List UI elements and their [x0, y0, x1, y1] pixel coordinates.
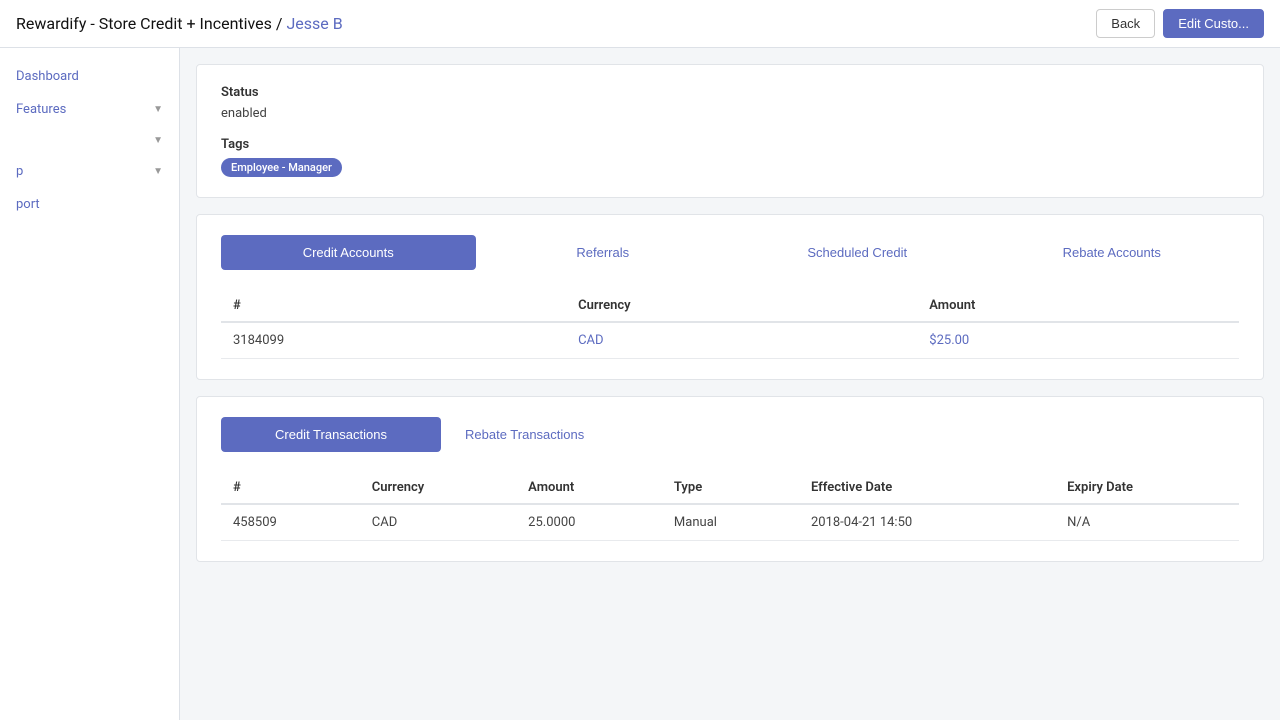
chevron-down-icon: ▼ — [153, 166, 163, 177]
tab-scheduled-credit[interactable]: Scheduled Credit — [730, 235, 985, 270]
col-header-id: # — [221, 472, 360, 504]
sidebar-item-port[interactable]: port — [0, 188, 179, 221]
credit-accounts-table-body: 3184099 CAD $25.00 — [221, 322, 1239, 359]
status-label: Status — [221, 85, 1239, 100]
table-row: 3184099 CAD $25.00 — [221, 322, 1239, 359]
sidebar-item-label: p — [16, 164, 23, 179]
page-title: Rewardify - Store Credit + Incentives / … — [16, 14, 343, 33]
edit-customer-button[interactable]: Edit Custo... — [1163, 9, 1264, 38]
credit-accounts-table-header: # Currency Amount — [221, 290, 1239, 322]
cell-effective-date: 2018-04-21 14:50 — [799, 504, 1055, 541]
breadcrumb-separator: / — [276, 14, 287, 33]
credit-accounts-card: Credit Accounts Referrals Scheduled Cred… — [196, 214, 1264, 380]
col-header-currency: Currency — [360, 472, 516, 504]
credit-accounts-tabs: Credit Accounts Referrals Scheduled Cred… — [221, 235, 1239, 270]
header-actions: Back Edit Custo... — [1096, 9, 1264, 38]
chevron-down-icon: ▼ — [153, 104, 163, 115]
tab-rebate-accounts[interactable]: Rebate Accounts — [985, 235, 1240, 270]
app-name: Rewardify - Store Credit + Incentives — [16, 14, 272, 33]
tag-employee-manager: Employee - Manager — [221, 158, 342, 177]
table-header-row: # Currency Amount Type Effective Date Ex… — [221, 472, 1239, 504]
credit-accounts-table: # Currency Amount 3184099 CAD $25.00 — [221, 290, 1239, 359]
main-content: Status enabled Tags Employee - Manager C… — [180, 48, 1280, 720]
col-header-id: # — [221, 290, 566, 322]
cell-amount: 25.0000 — [516, 504, 662, 541]
col-header-currency: Currency — [566, 290, 917, 322]
col-header-expiry-date: Expiry Date — [1055, 472, 1239, 504]
cell-id: 458509 — [221, 504, 360, 541]
sidebar-item-label: Features — [16, 102, 66, 117]
tags-label: Tags — [221, 137, 1239, 152]
layout: Dashboard Features ▼ ▼ p ▼ port Status e… — [0, 48, 1280, 720]
sidebar-item-dashboard[interactable]: Dashboard — [0, 60, 179, 93]
cell-expiry-date: N/A — [1055, 504, 1239, 541]
col-header-amount: Amount — [516, 472, 662, 504]
tab-credit-transactions[interactable]: Credit Transactions — [221, 417, 441, 452]
sidebar-item-2[interactable]: ▼ — [0, 126, 179, 155]
sidebar-item-features[interactable]: Features ▼ — [0, 93, 179, 126]
cell-currency: CAD — [360, 504, 516, 541]
sidebar-item-label: port — [16, 197, 40, 212]
chevron-down-icon: ▼ — [153, 135, 163, 146]
back-button[interactable]: Back — [1096, 9, 1155, 38]
tags-container: Employee - Manager — [221, 158, 1239, 177]
col-header-effective-date: Effective Date — [799, 472, 1055, 504]
transactions-table-body: 458509 CAD 25.0000 Manual 2018-04-21 14:… — [221, 504, 1239, 541]
customer-status-card: Status enabled Tags Employee - Manager — [196, 64, 1264, 198]
col-header-amount: Amount — [917, 290, 1239, 322]
sidebar: Dashboard Features ▼ ▼ p ▼ port — [0, 48, 180, 720]
cell-id: 3184099 — [221, 322, 566, 359]
customer-name: Jesse B — [286, 14, 342, 33]
tab-referrals[interactable]: Referrals — [476, 235, 731, 270]
credit-transactions-card: Credit Transactions Rebate Transactions … — [196, 396, 1264, 562]
sidebar-item-p[interactable]: p ▼ — [0, 155, 179, 188]
transactions-table-header: # Currency Amount Type Effective Date Ex… — [221, 472, 1239, 504]
col-header-type: Type — [662, 472, 799, 504]
tab-rebate-transactions[interactable]: Rebate Transactions — [441, 417, 608, 452]
transactions-table: # Currency Amount Type Effective Date Ex… — [221, 472, 1239, 541]
sidebar-item-label: Dashboard — [16, 69, 79, 84]
transactions-tabs: Credit Transactions Rebate Transactions — [221, 417, 1239, 452]
status-value: enabled — [221, 106, 1239, 121]
table-header-row: # Currency Amount — [221, 290, 1239, 322]
cell-currency[interactable]: CAD — [566, 322, 917, 359]
table-row: 458509 CAD 25.0000 Manual 2018-04-21 14:… — [221, 504, 1239, 541]
cell-type: Manual — [662, 504, 799, 541]
top-header: Rewardify - Store Credit + Incentives / … — [0, 0, 1280, 48]
tab-credit-accounts[interactable]: Credit Accounts — [221, 235, 476, 270]
cell-amount[interactable]: $25.00 — [917, 322, 1239, 359]
